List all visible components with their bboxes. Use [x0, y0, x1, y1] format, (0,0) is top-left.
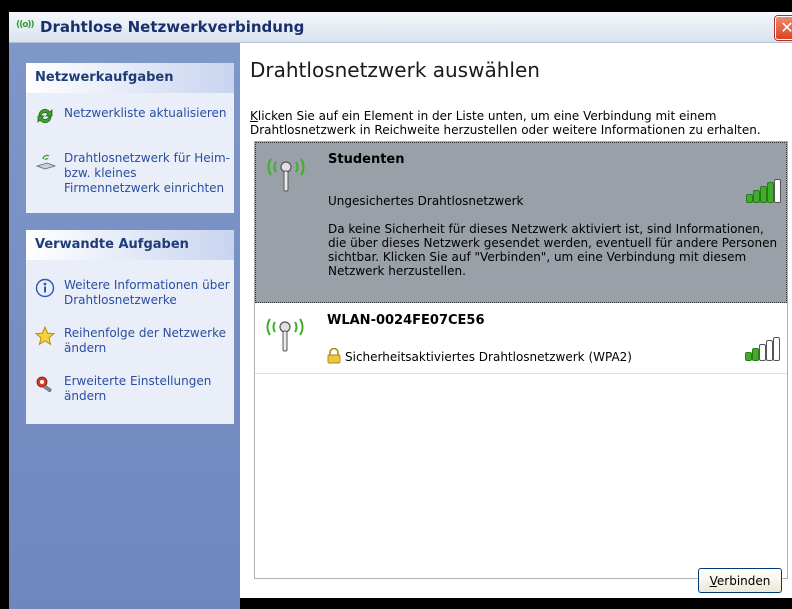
window-bottom-edge: [240, 598, 792, 609]
signal-strength-icon: [746, 179, 781, 203]
page-title: Drahtlosnetzwerk auswählen: [250, 58, 540, 82]
instruction-body: licken Sie auf ein Element in der Liste …: [250, 109, 761, 137]
advanced-settings-link[interactable]: Erweiterte Einstellungen ändern: [35, 374, 235, 406]
wireless-connection-window: ((o)) Drahtlose Netzwerkverbindung ✕ Net…: [0, 0, 792, 609]
network-item-studenten[interactable]: Studenten Ungesichertes Drahtlosnetzwerk…: [255, 142, 787, 303]
refresh-icon: [35, 106, 55, 126]
refresh-network-list-label: Netzwerkliste aktualisieren: [64, 106, 227, 120]
network-description: Da keine Sicherheit für dieses Netzwerk …: [328, 222, 778, 278]
setup-wireless-network-label: Drahtlosnetzwerk für Heim- bzw. kleines …: [64, 151, 230, 195]
lock-icon: [327, 347, 341, 364]
instruction-accesskey: K: [250, 109, 258, 123]
main-content: Drahtlosnetzwerk auswählen Klicken Sie a…: [240, 43, 792, 609]
connect-accesskey: V: [709, 574, 717, 588]
connect-button[interactable]: Verbinden: [698, 568, 782, 593]
close-icon: ✕: [780, 18, 792, 37]
network-name: Studenten: [328, 152, 405, 167]
setup-wireless-network-link[interactable]: Drahtlosnetzwerk für Heim- bzw. kleines …: [35, 151, 235, 199]
window-left-border: [0, 0, 9, 609]
settings-icon: [35, 374, 55, 394]
network-list[interactable]: Studenten Ungesichertes Drahtlosnetzwerk…: [254, 141, 788, 579]
wireless-antenna-icon: [266, 149, 306, 193]
title-bar[interactable]: ((o)) Drahtlose Netzwerkverbindung ✕: [9, 12, 792, 43]
signal-strength-icon: [745, 337, 780, 361]
connect-button-label: erbinden: [716, 574, 771, 588]
refresh-network-list-link[interactable]: Netzwerkliste aktualisieren: [35, 106, 235, 126]
network-item-wlan[interactable]: WLAN-0024FE07CE56 Sicherheitsaktiviertes…: [255, 303, 787, 374]
network-tasks-header: Netzwerkaufgaben: [26, 63, 234, 93]
change-network-order-link[interactable]: Reihenfolge der Netzwerke ändern: [34, 325, 235, 358]
star-icon: [34, 325, 56, 346]
instruction-text: Klicken Sie auf ein Element in der Liste…: [250, 109, 770, 137]
network-name: WLAN-0024FE07CE56: [327, 313, 485, 328]
window-title: Drahtlose Netzwerkverbindung: [40, 18, 305, 36]
advanced-settings-label: Erweiterte Einstellungen ändern: [64, 374, 212, 403]
wireless-setup-icon: [35, 151, 57, 171]
network-security: Ungesichertes Drahtlosnetzwerk: [328, 194, 524, 208]
task-sidebar: Netzwerkaufgaben Netzwerkliste aktualisi…: [9, 43, 240, 609]
related-tasks-panel: Verwandte Aufgaben Weitere Informationen…: [26, 230, 234, 424]
info-icon: [35, 278, 55, 298]
close-button[interactable]: ✕: [775, 16, 792, 40]
network-tasks-panel: Netzwerkaufgaben Netzwerkliste aktualisi…: [26, 63, 234, 213]
wireless-title-icon: ((o)): [16, 20, 35, 30]
related-tasks-header: Verwandte Aufgaben: [26, 230, 234, 260]
wireless-antenna-icon: [265, 309, 305, 353]
change-network-order-label: Reihenfolge der Netzwerke ändern: [64, 326, 226, 355]
more-info-wireless-label: Weitere Informationen über Drahtlosnetzw…: [64, 278, 230, 307]
more-info-wireless-link[interactable]: Weitere Informationen über Drahtlosnetzw…: [35, 278, 235, 310]
network-security: Sicherheitsaktiviertes Drahtlosnetzwerk …: [345, 350, 632, 364]
